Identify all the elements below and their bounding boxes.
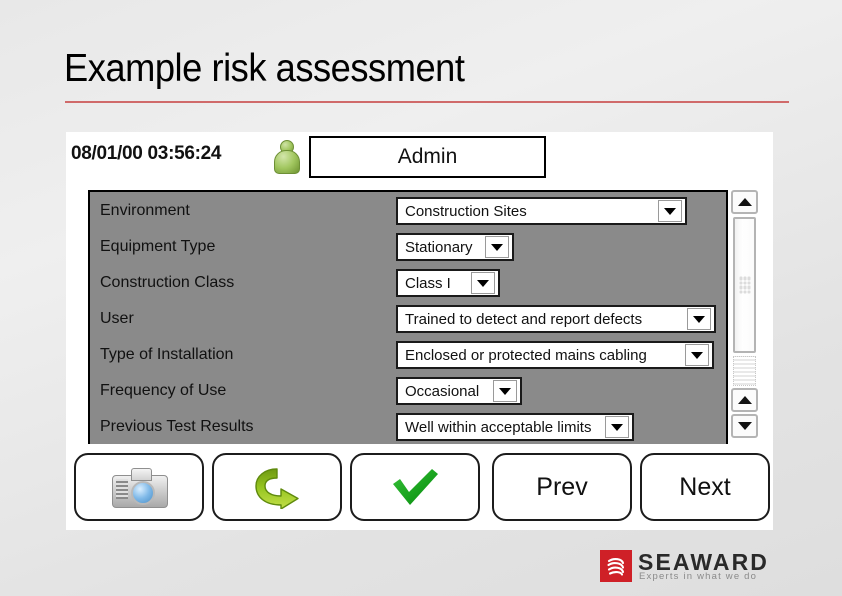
form-row: Equipment Type Stationary (90, 231, 726, 267)
title-divider (65, 101, 789, 103)
form-row-dropdown[interactable]: Stationary (396, 233, 514, 261)
form-row: Previous Test Results Well within accepta… (90, 411, 726, 446)
form-row-dropdown[interactable]: Occasional (396, 377, 522, 405)
form-row-label: Construction Class (100, 274, 235, 291)
undo-button[interactable] (212, 453, 342, 521)
user-name-field[interactable]: Admin (309, 136, 546, 178)
form-row-label: Frequency of Use (100, 382, 227, 399)
slide-root: Example risk assessment 08/01/00 03:56:2… (0, 0, 842, 596)
camera-button[interactable] (74, 453, 204, 521)
scroll-up-button[interactable] (731, 190, 758, 214)
chevron-down-icon[interactable] (658, 200, 682, 222)
chevron-down-icon[interactable] (687, 308, 711, 330)
confirm-button[interactable] (350, 453, 480, 521)
chevron-down-icon[interactable] (471, 272, 495, 294)
seaward-logo: SEAWARD Experts in what we do (600, 549, 767, 584)
form-row: Environment Construction Sites (90, 195, 726, 231)
dropdown-value: Occasional (405, 382, 480, 400)
form-row: Frequency of Use Occasional (90, 375, 726, 411)
undo-icon (251, 465, 303, 510)
scroll-page-up-button[interactable] (731, 388, 758, 412)
form-row-label: Type of Installation (100, 346, 234, 363)
form-row-label: Previous Test Results (100, 418, 254, 435)
checkmark-icon (389, 466, 441, 508)
datetime-label: 08/01/00 03:56:24 (71, 143, 222, 164)
camera-icon (112, 468, 168, 508)
dropdown-value: Enclosed or protected mains cabling (405, 346, 647, 364)
risk-assessment-form: Environment Construction Sites Equipment T… (88, 190, 728, 446)
form-row: User Trained to detect and report defects (90, 303, 726, 339)
scrollbar-grip-icon (739, 276, 750, 294)
chevron-down-icon[interactable] (493, 380, 517, 402)
form-row-label: Equipment Type (100, 238, 216, 255)
chevron-down-icon[interactable] (605, 416, 629, 438)
chevron-down-icon[interactable] (685, 344, 709, 366)
scrollbar-thumb[interactable] (733, 217, 756, 353)
form-row-dropdown[interactable]: Well within acceptable limits (396, 413, 634, 441)
form-row-dropdown[interactable]: Class I (396, 269, 500, 297)
dropdown-value: Construction Sites (405, 202, 527, 220)
form-scrollbar[interactable] (730, 190, 759, 444)
seaward-logo-tagline: Experts in what we do (639, 571, 758, 582)
next-button[interactable]: Next (640, 453, 770, 521)
dropdown-value: Trained to detect and report defects (405, 310, 643, 328)
seaward-logo-mark-icon (600, 550, 632, 582)
form-row: Construction Class Class I (90, 267, 726, 303)
form-row-dropdown[interactable]: Enclosed or protected mains cabling (396, 341, 714, 369)
form-row-dropdown[interactable]: Construction Sites (396, 197, 687, 225)
user-name-value: Admin (397, 145, 458, 168)
device-button-bar: Prev Next (66, 444, 773, 530)
button-label: Next (679, 472, 731, 501)
page-title: Example risk assessment (64, 47, 465, 90)
dropdown-value: Class I (405, 274, 451, 292)
user-icon (273, 139, 300, 175)
form-row-label: User (100, 310, 134, 327)
chevron-down-icon[interactable] (485, 236, 509, 258)
form-row: Type of Installation Enclosed or protecte… (90, 339, 726, 375)
form-row-label: Environment (100, 202, 190, 219)
button-label: Prev (536, 472, 588, 501)
scrollbar-track[interactable] (733, 356, 756, 386)
dropdown-value: Stationary (405, 238, 473, 256)
device-screenshot: 08/01/00 03:56:24 Admin Environment Const… (66, 132, 773, 530)
scroll-down-button[interactable] (731, 414, 758, 438)
form-row-dropdown[interactable]: Trained to detect and report defects (396, 305, 716, 333)
dropdown-value: Well within acceptable limits (405, 418, 592, 436)
prev-button[interactable]: Prev (492, 453, 632, 521)
device-statusbar: 08/01/00 03:56:24 Admin (66, 132, 773, 184)
